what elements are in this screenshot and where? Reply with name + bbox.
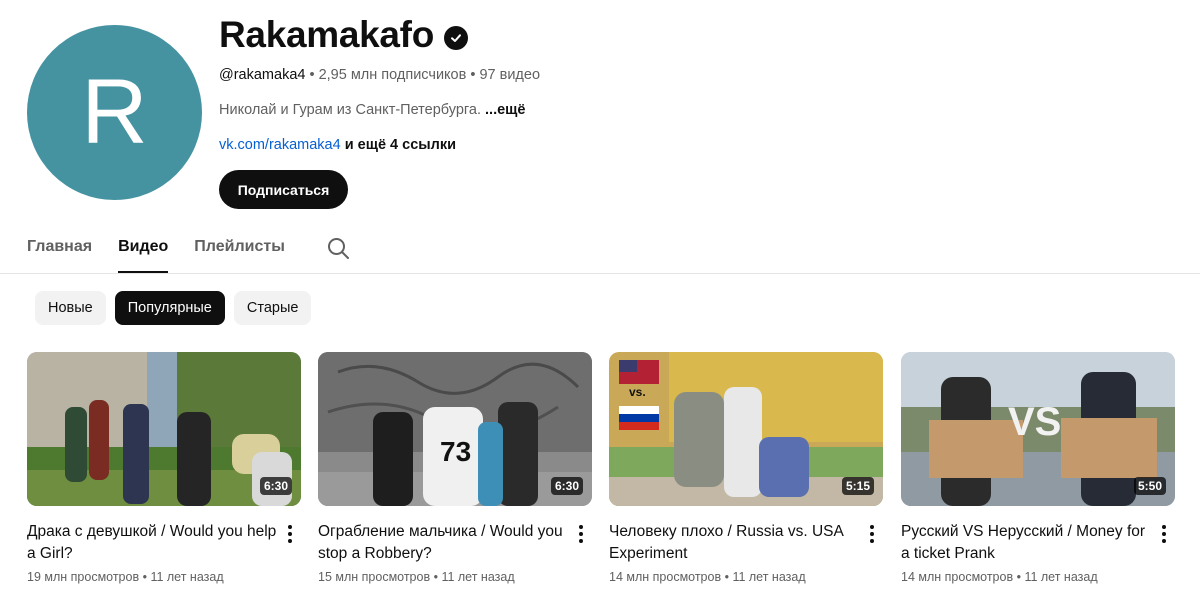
channel-meta: @rakamaka4 • 2,95 млн подписчиков • 97 в… (219, 67, 540, 83)
video-stats: 14 млн просмотров • 11 лет назад (609, 570, 806, 584)
video-thumbnail[interactable]: VS 5:50 (901, 352, 1175, 506)
video-title[interactable]: Человеку плохо / Russia vs. USA Experime… (609, 521, 859, 565)
tab-home[interactable]: Главная (27, 224, 92, 273)
video-views: 14 млн просмотров (609, 570, 722, 584)
channel-handle: @rakamaka4 (219, 67, 306, 83)
video-views: 19 млн просмотров (27, 570, 140, 584)
more-options-icon[interactable] (864, 524, 880, 544)
video-card[interactable]: 6:30 Драка с девушкой / Would you help a… (27, 352, 301, 584)
chip-newest[interactable]: Новые (35, 291, 106, 325)
video-card[interactable]: 73 6:30 Ограбление мальчика / Would you … (318, 352, 592, 584)
video-thumbnail[interactable]: 73 6:30 (318, 352, 592, 506)
video-card[interactable]: VS 5:50 Русский VS Нерусский / Money for… (901, 352, 1175, 584)
video-duration: 6:30 (259, 477, 292, 495)
tab-videos[interactable]: Видео (118, 224, 169, 273)
channel-avatar[interactable]: R (27, 25, 202, 200)
video-title[interactable]: Русский VS Нерусский / Money for a ticke… (901, 521, 1151, 565)
more-options-icon[interactable] (573, 524, 589, 544)
subscribe-button[interactable]: Подписаться (219, 170, 348, 209)
channel-name: Rakamakafo (219, 14, 469, 56)
thumbnail-vs-text: VS (1008, 400, 1062, 444)
thumbnail-jersey-number: 73 (440, 436, 472, 467)
verified-icon (444, 26, 469, 50)
video-thumbnail[interactable]: vs. 5:15 (609, 352, 883, 506)
chip-oldest[interactable]: Старые (233, 291, 312, 325)
video-stats: 15 млн просмотров • 11 лет назад (318, 570, 515, 584)
video-stats: 19 млн просмотров • 11 лет назад (27, 570, 224, 584)
channel-name-text: Rakamakafo (219, 14, 435, 55)
channel-tabs: Главная Видео Плейлисты (27, 224, 311, 273)
video-title[interactable]: Ограбление мальчика / Would you stop a R… (318, 521, 568, 565)
more-options-icon[interactable] (1156, 524, 1172, 544)
avatar-letter: R (81, 61, 148, 163)
chip-popular[interactable]: Популярные (114, 291, 225, 325)
video-duration: 5:50 (1133, 477, 1166, 495)
tabs-divider (0, 273, 1200, 274)
more-links[interactable]: и ещё 4 ссылки (341, 137, 456, 153)
video-views: 15 млн просмотров (318, 570, 431, 584)
video-card[interactable]: vs. 5:15 Человеку плохо / Russia vs. USA… (609, 352, 883, 584)
channel-link[interactable]: vk.com/rakamaka4 (219, 137, 341, 153)
video-duration: 5:15 (841, 477, 874, 495)
sort-chips: Новые Популярные Старые (35, 291, 312, 325)
video-views: 14 млн просмотров (901, 570, 1014, 584)
tab-playlists[interactable]: Плейлисты (194, 224, 285, 273)
channel-description[interactable]: Николай и Гурам из Санкт-Петербурга. ...… (219, 102, 525, 118)
channel-links: vk.com/rakamaka4 и ещё 4 ссылки (219, 137, 456, 153)
video-age: 11 лет назад (441, 570, 515, 584)
video-stats: 14 млн просмотров • 11 лет назад (901, 570, 1098, 584)
video-thumbnail[interactable]: 6:30 (27, 352, 301, 506)
description-text: Николай и Гурам из Санкт-Петербурга. (219, 102, 481, 118)
search-icon[interactable] (326, 236, 350, 260)
description-more[interactable]: ...ещё (485, 102, 525, 118)
more-options-icon[interactable] (282, 524, 298, 544)
video-age: 11 лет назад (732, 570, 806, 584)
channel-stats: • 2,95 млн подписчиков • 97 видео (305, 67, 541, 83)
video-age: 11 лет назад (150, 570, 224, 584)
video-age: 11 лет назад (1024, 570, 1098, 584)
thumbnail-vs-text: vs. (629, 385, 646, 399)
video-duration: 6:30 (550, 477, 583, 495)
video-title[interactable]: Драка с девушкой / Would you help a Girl… (27, 521, 277, 565)
